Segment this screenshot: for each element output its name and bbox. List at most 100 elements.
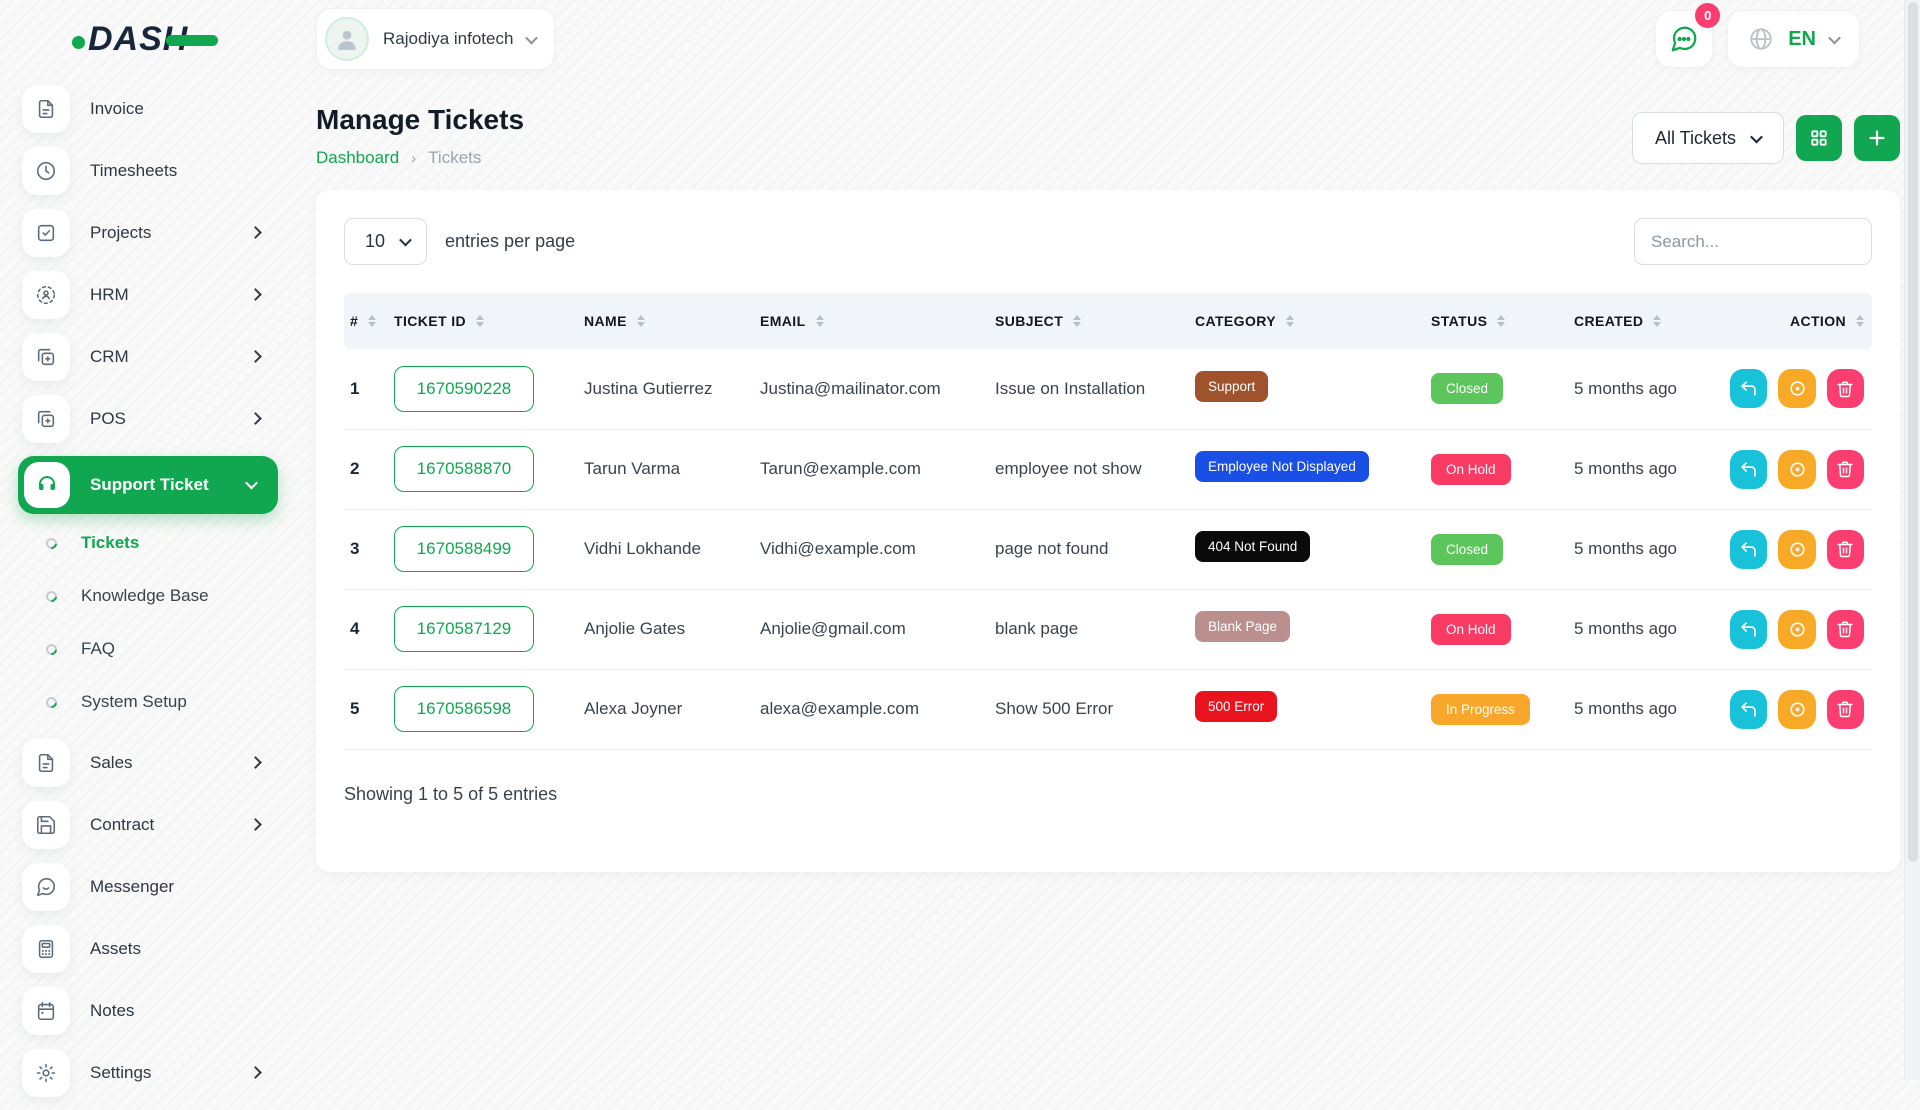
reply-button[interactable] (1730, 690, 1767, 729)
eye-icon (1788, 700, 1807, 719)
sidebar-item-crm[interactable]: CRM (18, 332, 278, 382)
sort-icon[interactable] (1286, 315, 1294, 327)
sidebar-item-contract[interactable]: Contract (18, 800, 278, 850)
delete-button[interactable] (1827, 610, 1864, 649)
reply-button[interactable] (1730, 530, 1767, 569)
column-header-name[interactable]: NAME (576, 293, 752, 349)
reply-button[interactable] (1730, 450, 1767, 489)
sidebar-item-messenger[interactable]: Messenger (18, 862, 278, 912)
ticket-id-link[interactable]: 1670588499 (394, 526, 534, 572)
sort-icon[interactable] (1653, 315, 1661, 327)
sidebar-item-sales[interactable]: Sales (18, 738, 278, 788)
breadcrumb-dashboard-link[interactable]: Dashboard (316, 148, 399, 168)
sidebar-subitem-knowledge-base[interactable]: Knowledge Base (18, 579, 278, 613)
sidebar-item-projects[interactable]: Projects (18, 208, 278, 258)
table-footer-summary: Showing 1 to 5 of 5 entries (344, 784, 1872, 805)
ticket-id-link[interactable]: 1670586598 (394, 686, 534, 732)
sort-icon[interactable] (1497, 315, 1505, 327)
bullet-circle-icon (44, 588, 59, 603)
view-button[interactable] (1778, 450, 1815, 489)
entries-per-page-select[interactable]: 10 (344, 218, 427, 265)
eye-icon (1788, 460, 1807, 479)
tickets-card: 10 entries per page # TICKET ID NAME (316, 190, 1900, 872)
sort-icon[interactable] (1856, 315, 1864, 327)
chevron-right-icon (251, 816, 260, 834)
bullet-circle-icon (44, 641, 59, 656)
hrm-people-icon (22, 271, 70, 319)
sort-icon[interactable] (368, 315, 376, 327)
column-header-action[interactable]: ACTION (1722, 293, 1872, 349)
sort-icon[interactable] (816, 315, 824, 327)
scrollbar-thumb[interactable] (1908, 2, 1918, 862)
sidebar-subitem-tickets[interactable]: Tickets (18, 526, 278, 560)
name-cell: Vidhi Lokhande (576, 509, 752, 589)
grid-view-button[interactable] (1796, 115, 1842, 161)
view-button[interactable] (1778, 369, 1815, 408)
sidebar-item-invoice[interactable]: Invoice (18, 84, 278, 134)
subject-cell: blank page (987, 589, 1187, 669)
sidebar-item-settings[interactable]: Settings (18, 1048, 278, 1098)
category-badge: 404 Not Found (1195, 531, 1310, 562)
name-cell: Justina Gutierrez (576, 349, 752, 429)
sidebar-item-timesheets[interactable]: Timesheets (18, 146, 278, 196)
gear-icon (22, 1049, 70, 1097)
column-header-subject[interactable]: SUBJECT (987, 293, 1187, 349)
ticket-id-link[interactable]: 1670587129 (394, 606, 534, 652)
reply-button[interactable] (1730, 610, 1767, 649)
delete-button[interactable] (1827, 530, 1864, 569)
chevron-right-icon (251, 754, 260, 772)
column-header-created[interactable]: CREATED (1566, 293, 1722, 349)
sales-file-icon (22, 739, 70, 787)
column-header-email[interactable]: EMAIL (752, 293, 987, 349)
page-scrollbar[interactable] (1904, 0, 1920, 1080)
contract-save-icon (22, 801, 70, 849)
sort-icon[interactable] (1073, 315, 1081, 327)
messages-button[interactable]: 0 (1655, 10, 1713, 68)
column-header-ticket-id[interactable]: TICKET ID (386, 293, 576, 349)
column-header-label: NAME (584, 313, 627, 329)
language-selector[interactable]: EN (1727, 10, 1860, 68)
calendar-icon (22, 987, 70, 1035)
column-header-category[interactable]: CATEGORY (1187, 293, 1423, 349)
app-logo[interactable]: DASH (72, 20, 316, 59)
sidebar-item-label: Settings (90, 1063, 251, 1083)
sidebar-item-assets[interactable]: Assets (18, 924, 278, 974)
ticket-filter-dropdown[interactable]: All Tickets (1632, 112, 1784, 164)
sidebar-item-pos[interactable]: POS (18, 394, 278, 444)
sidebar-item-label: CRM (90, 347, 251, 367)
sidebar-item-hrm[interactable]: HRM (18, 270, 278, 320)
create-ticket-button[interactable] (1854, 115, 1900, 161)
view-button[interactable] (1778, 610, 1815, 649)
trash-icon (1836, 620, 1854, 638)
reply-button[interactable] (1730, 369, 1767, 408)
name-cell: Alexa Joyner (576, 669, 752, 749)
delete-button[interactable] (1827, 369, 1864, 408)
chat-bubble-icon (1669, 24, 1699, 54)
delete-button[interactable] (1827, 450, 1864, 489)
view-button[interactable] (1778, 530, 1815, 569)
sidebar-item-support-ticket[interactable]: Support Ticket (18, 456, 278, 514)
category-badge: 500 Error (1195, 691, 1277, 722)
row-actions (1730, 450, 1864, 489)
sort-icon[interactable] (637, 315, 645, 327)
category-badge: Blank Page (1195, 611, 1290, 642)
sidebar-subitem-system-setup[interactable]: System Setup (18, 685, 278, 719)
sidebar-subitem-faq[interactable]: FAQ (18, 632, 278, 666)
ticket-id-link[interactable]: 1670588870 (394, 446, 534, 492)
notification-count-badge: 0 (1695, 3, 1720, 28)
ticket-id-link[interactable]: 1670590228 (394, 366, 534, 412)
company-name: Rajodiya infotech (383, 29, 513, 49)
clock-icon (22, 147, 70, 195)
row-actions (1730, 690, 1864, 729)
sidebar-item-label: POS (90, 409, 251, 429)
delete-button[interactable] (1827, 690, 1864, 729)
sort-icon[interactable] (476, 315, 484, 327)
company-selector[interactable]: Rajodiya infotech (316, 8, 555, 70)
sidebar-item-notes[interactable]: Notes (18, 986, 278, 1036)
calculator-icon (22, 925, 70, 973)
view-button[interactable] (1778, 690, 1815, 729)
search-input[interactable] (1634, 218, 1872, 265)
column-header-num[interactable]: # (344, 293, 386, 349)
column-header-status[interactable]: STATUS (1423, 293, 1566, 349)
logo-dot-icon (72, 36, 85, 49)
